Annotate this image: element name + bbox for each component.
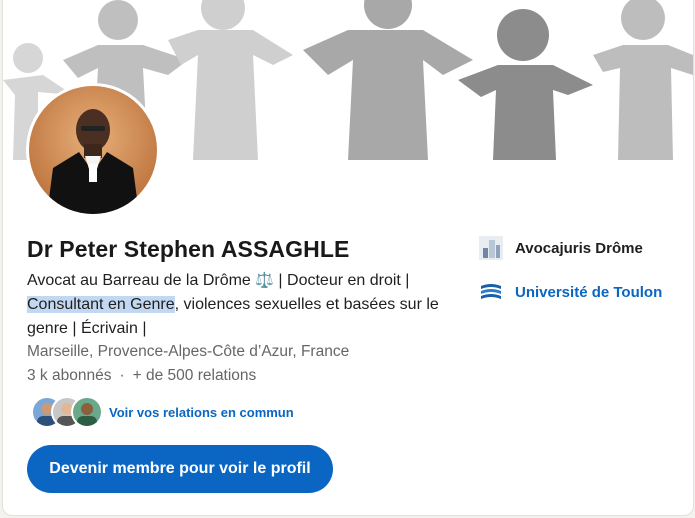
mutual-connections-link[interactable]: Voir vos relations en commun [109, 405, 294, 420]
scale-icon: ⚖️ [255, 272, 274, 289]
company-logo-icon [479, 236, 503, 260]
headline-selected-text: Consultant en Genre [27, 296, 175, 313]
join-to-view-profile-button[interactable]: Devenir membre pour voir le profil [27, 445, 333, 493]
followers-count: 3 k abonnés [27, 367, 112, 384]
org-item-company[interactable]: Avocajuris Drôme [479, 236, 643, 260]
org-name-company: Avocajuris Drôme [515, 239, 643, 257]
profile-name: Dr Peter Stephen ASSAGHLE [27, 236, 350, 262]
university-logo-icon [481, 284, 501, 299]
headline-text-1: Avocat au Barreau de la Drôme [27, 272, 256, 289]
profile-avatar[interactable] [29, 86, 157, 214]
org-name-university: Université de Toulon [515, 283, 663, 301]
profile-location: Marseille, Provence-Alpes-Côte d’Azur, F… [27, 343, 350, 360]
profile-card: Dr Peter Stephen ASSAGHLE Avocat au Barr… [2, 0, 694, 516]
avatar [71, 396, 103, 428]
profile-headline: Avocat au Barreau de la Drôme ⚖️ | Docte… [27, 269, 457, 341]
mutual-avatars [31, 396, 103, 428]
stats-separator: · [119, 367, 125, 384]
mutual-connections[interactable]: Voir vos relations en commun [31, 396, 294, 428]
portrait-image [29, 86, 157, 214]
profile-stats: 3 k abonnés · + de 500 relations [27, 367, 256, 385]
connections-count: + de 500 relations [132, 367, 257, 384]
headline-text-2: | Docteur en droit | [273, 272, 410, 289]
org-item-university[interactable]: Université de Toulon [479, 280, 662, 304]
